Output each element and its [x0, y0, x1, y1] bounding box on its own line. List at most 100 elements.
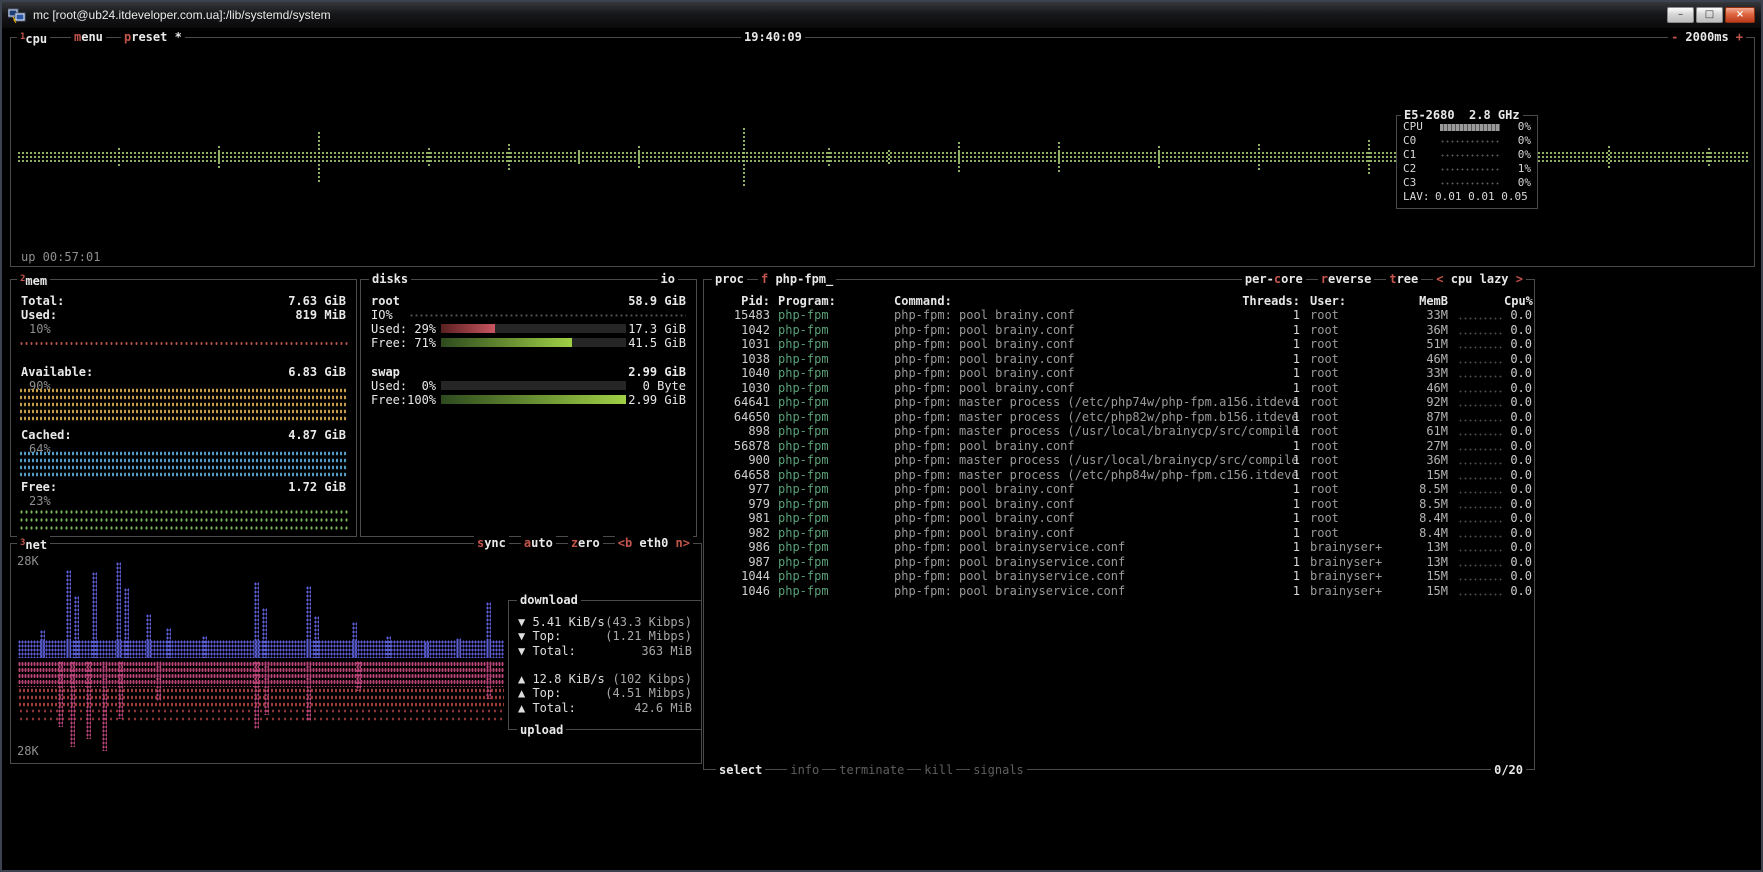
cpu-graph-spike	[317, 131, 321, 183]
process-row[interactable]: 982php-fpmphp-fpm: pool brainy.conf1root…	[704, 526, 1534, 540]
proc-mem-graph	[1458, 360, 1502, 365]
process-row[interactable]: 1030php-fpmphp-fpm: pool brainy.conf1roo…	[704, 381, 1534, 395]
net-zero-toggle[interactable]: zero	[568, 536, 603, 550]
proc-cell-usr: root	[1310, 424, 1402, 438]
cpu-graph-spike	[577, 149, 581, 165]
proc-cell-prog: php-fpm	[778, 497, 829, 511]
proc-cell-prog: php-fpm	[778, 511, 829, 525]
process-row[interactable]: 981php-fpmphp-fpm: pool brainy.conf1root…	[704, 511, 1534, 525]
proc-cell-memv: 46M	[1402, 381, 1448, 395]
proc-cell-memv: 13M	[1402, 540, 1448, 554]
proc-cell-usr: root	[1310, 308, 1402, 322]
cpu-panel: 1cpu menu preset * 19:40:09 -2000ms+ E5-…	[10, 37, 1755, 267]
process-row[interactable]: 987php-fpmphp-fpm: pool brainyservice.co…	[704, 555, 1534, 569]
proc-cell-prog: php-fpm	[778, 337, 829, 351]
net-box-title[interactable]: 3net	[17, 536, 50, 552]
proc-mem-graph	[1458, 461, 1502, 466]
process-row[interactable]: 1046php-fpmphp-fpm: pool brainyservice.c…	[704, 584, 1534, 598]
proc-cell-memv: 51M	[1402, 337, 1448, 351]
minimize-button[interactable]: –	[1667, 7, 1694, 23]
window-title: mc [root@ub24.itdeveloper.com.ua]:/lib/s…	[33, 8, 331, 22]
proc-cell-thr: 1	[1240, 482, 1300, 496]
proc-cell-usr: root	[1310, 410, 1402, 424]
proc-cell-usr: brainyser+	[1310, 540, 1402, 554]
proc-cell-thr: 1	[1240, 323, 1300, 337]
info-button[interactable]: info	[787, 763, 822, 777]
process-row[interactable]: 64650php-fpmphp-fpm: master process (/et…	[704, 410, 1534, 424]
process-row[interactable]: 1042php-fpmphp-fpm: pool brainy.conf1roo…	[704, 323, 1534, 337]
proc-cell-usr: root	[1310, 395, 1402, 409]
proc-footer: select info terminate kill signals	[716, 763, 1027, 777]
process-row[interactable]: 977php-fpmphp-fpm: pool brainy.conf1root…	[704, 482, 1534, 496]
mem-available-value: 6.83 GiB	[288, 365, 346, 379]
proc-cell-memv: 46M	[1402, 352, 1448, 366]
process-row[interactable]: 15483php-fpmphp-fpm: pool brainy.conf1ro…	[704, 308, 1534, 322]
net-download-column	[202, 636, 207, 658]
window-controls: – □ ×	[1667, 7, 1755, 23]
proc-cell-pid: 986	[712, 540, 770, 554]
cpu-graph-spike	[117, 147, 121, 167]
close-button[interactable]: ×	[1725, 7, 1755, 23]
process-row[interactable]: 64641php-fpmphp-fpm: master process (/et…	[704, 395, 1534, 409]
proc-cell-prog: php-fpm	[778, 526, 829, 540]
cpu-graph-spike	[742, 127, 746, 187]
terminal-content: 1cpu menu preset * 19:40:09 -2000ms+ E5-…	[2, 30, 1761, 870]
net-upload-column	[102, 661, 107, 751]
process-row[interactable]: 1040php-fpmphp-fpm: pool brainy.conf1roo…	[704, 366, 1534, 380]
process-row[interactable]: 900php-fpmphp-fpm: master process (/usr/…	[704, 453, 1534, 467]
process-row[interactable]: 1031php-fpmphp-fpm: pool brainy.conf1roo…	[704, 337, 1534, 351]
cpu-graph-spike	[957, 141, 961, 173]
proc-cell-prog: php-fpm	[778, 308, 829, 322]
proc-cell-cpuv: 0.0	[1504, 410, 1532, 424]
load-average-row: LAV: 0.01 0.01 0.05	[1403, 190, 1531, 204]
net-upload-column	[70, 661, 75, 747]
process-row[interactable]: 986php-fpmphp-fpm: pool brainyservice.co…	[704, 540, 1534, 554]
net-download-column	[74, 596, 79, 658]
cpu-graph-spike	[217, 145, 221, 169]
net-interface-selector[interactable]: <b eth0 n>	[615, 536, 693, 550]
proc-cell-pid: 987	[712, 555, 770, 569]
disks-io-corner[interactable]: io	[658, 272, 678, 286]
proc-cell-pid: 979	[712, 497, 770, 511]
mem-free-pct: 23%	[29, 494, 51, 508]
proc-cell-cpuv: 0.0	[1504, 323, 1532, 337]
process-row[interactable]: 56878php-fpmphp-fpm: pool brainy.conf1ro…	[704, 439, 1534, 453]
process-row[interactable]: 1038php-fpmphp-fpm: pool brainy.conf1roo…	[704, 352, 1534, 366]
proc-cell-prog: php-fpm	[778, 584, 829, 598]
process-row[interactable]: 1044php-fpmphp-fpm: pool brainyservice.c…	[704, 569, 1534, 583]
titlebar[interactable]: mc [root@ub24.itdeveloper.com.ua]:/lib/s…	[2, 2, 1761, 29]
download-speed-row: ▼ 5.41 KiB/s(43.3 Kibps)	[518, 615, 692, 629]
proc-cell-usr: brainyser+	[1310, 569, 1402, 583]
proc-cell-thr: 1	[1240, 352, 1300, 366]
mem-free-label: Free:	[21, 480, 57, 494]
proc-cell-pid: 1030	[712, 381, 770, 395]
maximize-button[interactable]: □	[1696, 7, 1723, 23]
proc-mem-graph	[1458, 505, 1502, 510]
mem-box-title[interactable]: 2mem	[17, 272, 50, 288]
proc-cell-memv: 87M	[1402, 410, 1448, 424]
select-button[interactable]: select	[716, 763, 765, 777]
proc-mem-graph	[1458, 418, 1502, 423]
iface-prev-arrow[interactable]: <b	[618, 536, 632, 550]
process-row[interactable]: 979php-fpmphp-fpm: pool brainy.conf1root…	[704, 497, 1534, 511]
net-sync-toggle[interactable]: sync	[474, 536, 509, 550]
proc-cell-memv: 15M	[1402, 468, 1448, 482]
proc-panel: proc f php-fpm_ per-core reverse tree < …	[703, 279, 1535, 770]
net-download-column	[124, 588, 129, 658]
cpu-total-row: CPU 0%	[1403, 120, 1531, 134]
proc-cell-prog: php-fpm	[778, 381, 829, 395]
proc-cell-pid: 64650	[712, 410, 770, 424]
upload-total-row: ▲ Total:42.6 MiB	[518, 701, 692, 715]
kill-button[interactable]: kill	[921, 763, 956, 777]
core-row: C0 0%	[1403, 134, 1531, 148]
net-download-column	[262, 608, 267, 658]
proc-cell-memv: 13M	[1402, 555, 1448, 569]
iface-next-arrow[interactable]: n>	[676, 536, 690, 550]
process-row[interactable]: 898php-fpmphp-fpm: master process (/usr/…	[704, 424, 1534, 438]
proc-cell-usr: root	[1310, 482, 1402, 496]
signals-button[interactable]: signals	[970, 763, 1027, 777]
process-row[interactable]: 64658php-fpmphp-fpm: master process (/et…	[704, 468, 1534, 482]
net-auto-toggle[interactable]: auto	[521, 536, 556, 550]
terminal-window: mc [root@ub24.itdeveloper.com.ua]:/lib/s…	[0, 0, 1763, 872]
terminate-button[interactable]: terminate	[836, 763, 907, 777]
